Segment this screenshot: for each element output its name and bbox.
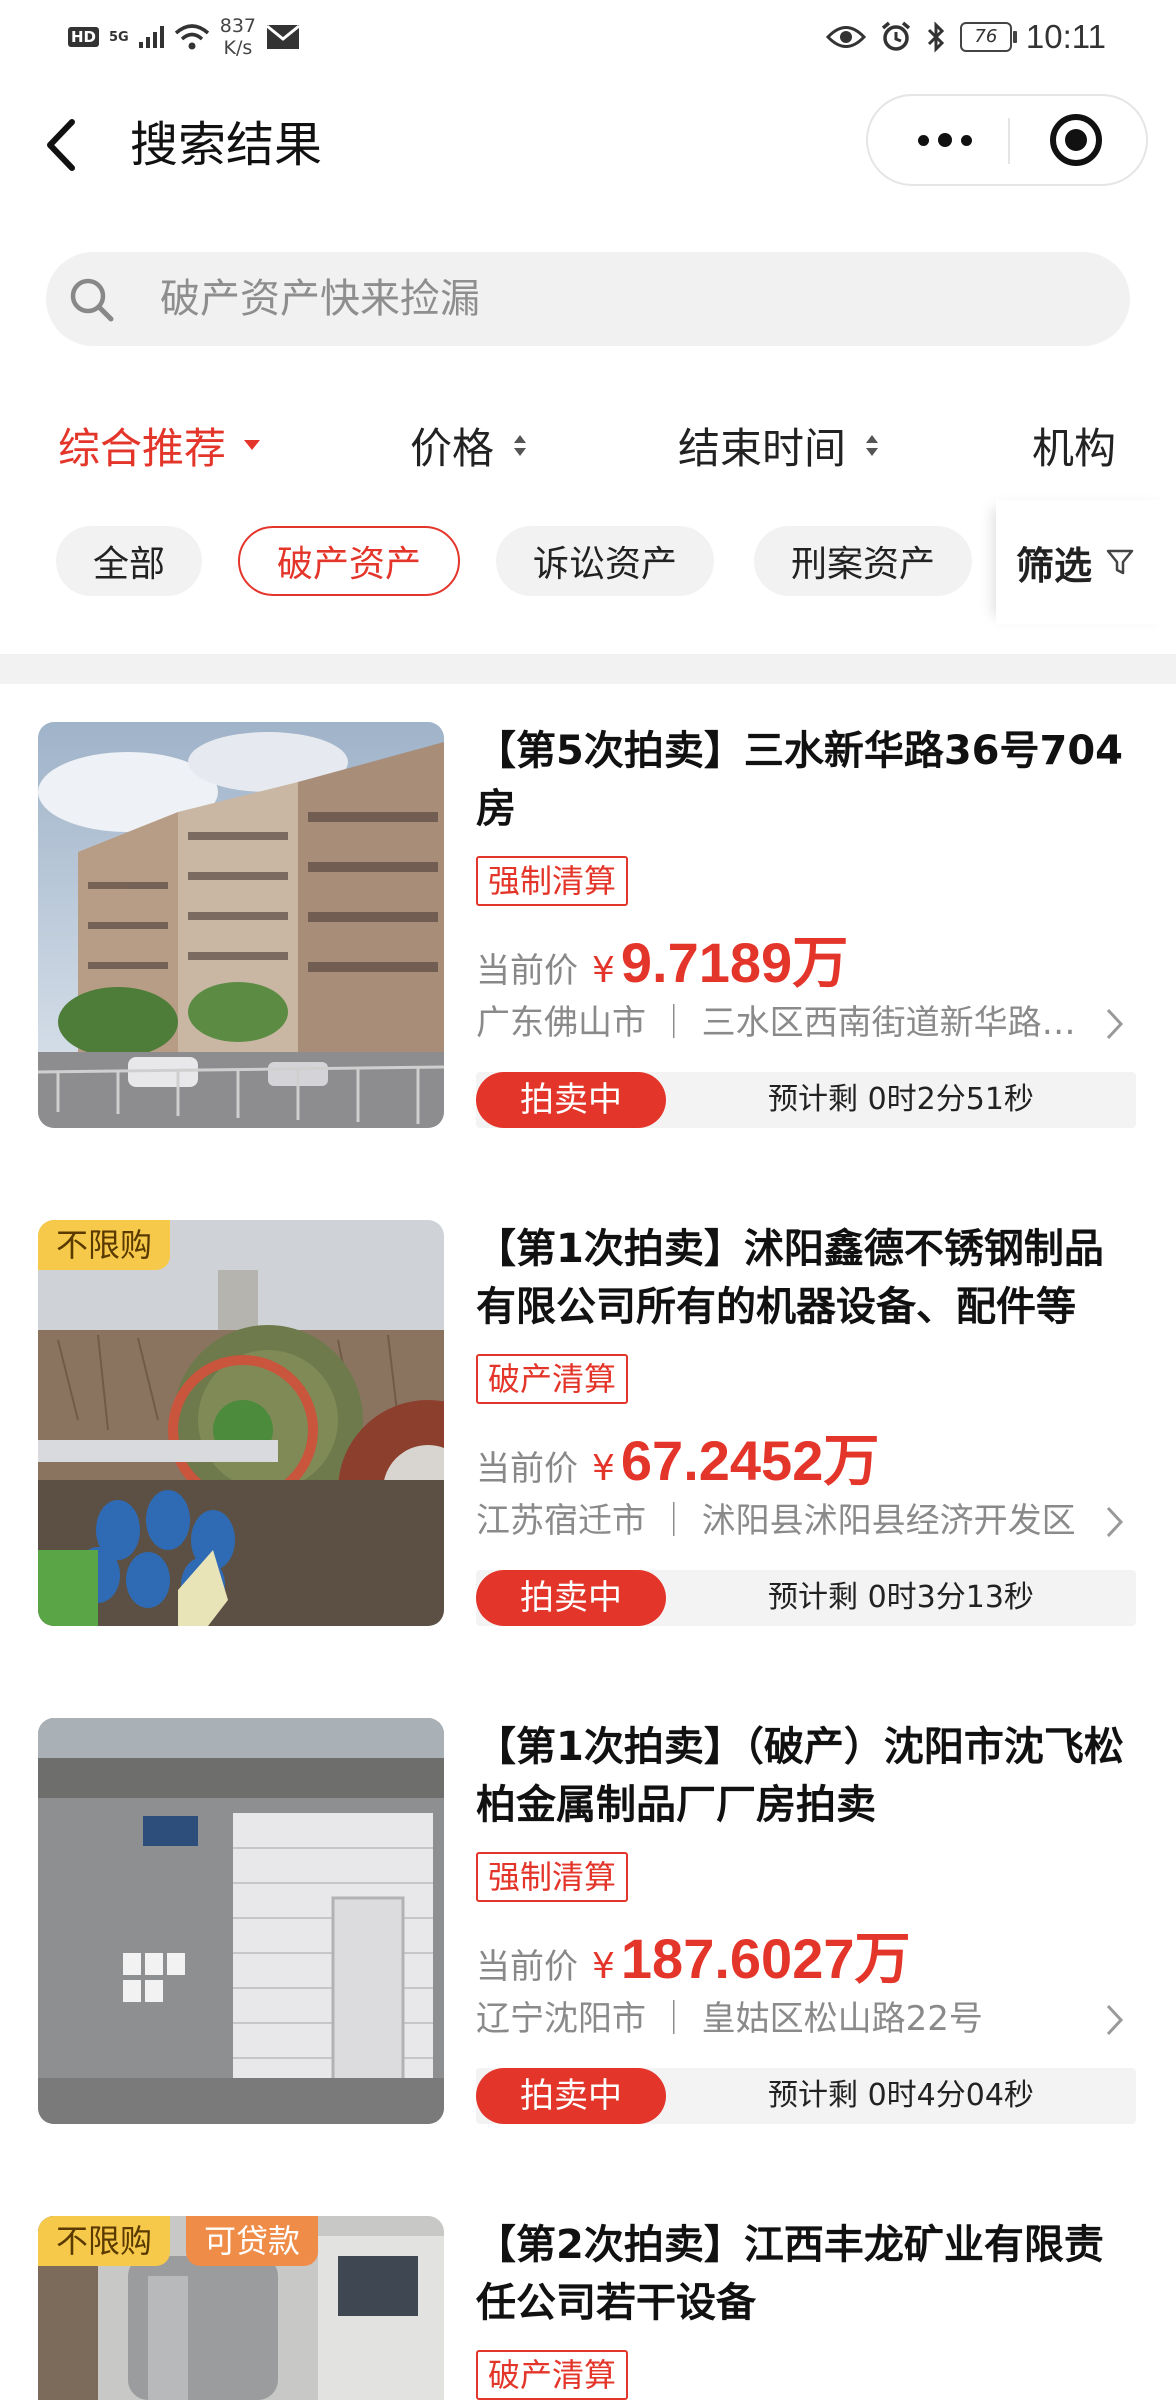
bluetooth-icon	[927, 21, 944, 53]
current-price: 9.7189万	[620, 931, 849, 994]
currency-symbol: ¥	[592, 1448, 615, 1489]
capsule-divider	[1008, 118, 1010, 164]
auction-status: 拍卖中	[476, 1570, 666, 1626]
listing-title: 【第2次拍卖】江西丰龙矿业有限责任公司若干设备	[476, 2222, 1104, 2326]
sort-comprehensive[interactable]: 综合推荐	[58, 400, 261, 490]
listing-title: 【第1次拍卖】沭阳鑫德不锈钢制品有限公司所有的机器设备、配件等	[476, 1226, 1104, 1330]
close-miniprogram-button[interactable]	[1050, 114, 1102, 166]
countdown: 预计剩 0时3分13秒	[768, 1580, 1034, 1615]
listing-title: 【第1次拍卖】（破产）沈阳市沈飞松柏金属制品厂厂房拍卖	[476, 1724, 1124, 1828]
speed-value: 837	[219, 15, 256, 37]
listing-image: 不限购	[38, 1220, 444, 1626]
sort-arrows-icon	[514, 434, 527, 456]
alarm-icon	[881, 21, 910, 51]
more-menu-button[interactable]	[890, 96, 1000, 184]
currency-symbol: ¥	[592, 950, 615, 991]
sort-end-time[interactable]: 结束时间	[678, 400, 879, 490]
auction-status: 拍卖中	[476, 1072, 666, 1128]
listing-location: 广东佛山市 ｜ 三水区西南街道新华路36号704房	[476, 1003, 1096, 1043]
chevron-right-icon	[1106, 1506, 1124, 1538]
mail-icon	[266, 24, 300, 49]
more-dot-icon	[938, 133, 952, 147]
back-button[interactable]	[40, 110, 90, 180]
sort-label: 价格	[410, 423, 495, 473]
listing-image: 不限购 可贷款	[38, 2216, 444, 2400]
price-label: 当前价	[476, 1947, 578, 1987]
more-dot-icon	[918, 134, 929, 146]
network-speed: 837 K/s	[220, 15, 256, 59]
chevron-right-icon	[1106, 1008, 1124, 1040]
page-title: 搜索结果	[130, 117, 323, 173]
filter-label: 筛选	[1016, 543, 1093, 588]
price-label: 当前价	[476, 951, 578, 991]
listing-location: 辽宁沈阳市 ｜ 皇姑区松山路22号	[476, 1999, 983, 2039]
auction-status: 拍卖中	[476, 2068, 666, 2124]
price-row: 当前价 ¥ 9.7189万	[476, 918, 848, 994]
section-divider	[0, 654, 1176, 684]
sort-price[interactable]: 价格	[410, 400, 527, 490]
liquidation-badge: 强制清算	[476, 1852, 629, 1902]
status-time: 10:11	[1025, 18, 1106, 55]
back-arrow-icon	[47, 119, 75, 171]
sort-label: 结束时间	[678, 423, 847, 473]
auction-status-bar: 拍卖中 预计剩 0时3分13秒	[476, 1570, 1136, 1626]
search-bar[interactable]	[46, 252, 1130, 346]
listing-image	[38, 722, 444, 1128]
no-purchase-limit-tag: 不限购	[38, 2216, 171, 2266]
listing-item[interactable]: 【第5次拍卖】三水新华路36号704房 强制清算 当前价 ¥ 9.7189万 广…	[0, 722, 1176, 1142]
listing-image	[38, 1718, 444, 2124]
nav-bar: 搜索结果	[0, 80, 1176, 210]
hd-icon: HD	[68, 27, 100, 47]
countdown: 预计剩 0时4分04秒	[768, 2078, 1034, 2113]
sort-bar: 综合推荐 价格 结束时间 机构	[0, 400, 1176, 490]
loan-available-tag: 可贷款	[186, 2216, 319, 2266]
chip-all[interactable]: 全部	[56, 526, 202, 596]
filter-icon	[1106, 549, 1134, 575]
chip-bankruptcy-assets[interactable]: 破产资产	[238, 526, 460, 596]
listing-location: 江苏宿迁市 ｜ 沭阳县沭阳县经济开发区	[476, 1501, 1076, 1541]
search-icon	[70, 278, 114, 322]
miniprogram-capsule	[866, 94, 1148, 186]
current-price: 187.6027万	[620, 1927, 911, 1990]
listing-item[interactable]: 不限购 可贷款 【第2次拍卖】江西丰龙矿业有限责任公司若干设备 破产清算	[0, 2216, 1176, 2400]
wifi-icon	[174, 24, 209, 50]
status-left: HD 5G 837 K/s	[68, 12, 300, 62]
sort-label: 综合推荐	[58, 423, 227, 473]
chip-criminal-assets[interactable]: 刑案资产	[754, 526, 972, 596]
listing-title: 【第5次拍卖】三水新华路36号704房	[476, 728, 1123, 832]
more-dot-icon	[961, 134, 972, 146]
current-price: 67.2452万	[620, 1429, 880, 1492]
liquidation-badge: 破产清算	[476, 1354, 629, 1404]
countdown: 预计剩 0时2分51秒	[768, 1082, 1034, 1117]
battery-icon: 76	[959, 22, 1017, 52]
price-label: 当前价	[476, 1449, 578, 1489]
status-right: 76 10:11	[825, 12, 1106, 62]
price-row: 当前价 ¥ 67.2452万	[476, 1416, 879, 1492]
listing-item[interactable]: 不限购 【第1次拍卖】沭阳鑫德不锈钢制品有限公司所有的机器设备、配件等 破产清算…	[0, 1220, 1176, 1640]
no-purchase-limit-tag: 不限购	[38, 1220, 171, 1270]
sort-institution[interactable]: 机构	[1032, 400, 1116, 490]
price-row: 当前价 ¥ 187.6027万	[476, 1914, 910, 1990]
sort-arrows-icon	[866, 434, 879, 456]
currency-symbol: ¥	[592, 1946, 615, 1987]
filter-button[interactable]: 筛选	[996, 500, 1176, 624]
auction-status-bar: 拍卖中 预计剩 0时4分04秒	[476, 2068, 1136, 2124]
caret-down-icon	[244, 440, 261, 450]
signal-icon	[138, 26, 164, 48]
sort-label: 机构	[1032, 423, 1117, 473]
search-input[interactable]	[160, 252, 1060, 346]
listing-item[interactable]: 【第1次拍卖】（破产）沈阳市沈飞松柏金属制品厂厂房拍卖 强制清算 当前价 ¥ 1…	[0, 1718, 1176, 2138]
status-bar: HD 5G 837 K/s 76 10:11	[0, 0, 1176, 72]
eye-icon	[825, 26, 866, 48]
chevron-right-icon	[1106, 2004, 1124, 2036]
speed-unit: K/s	[223, 37, 253, 59]
chip-litigation-assets[interactable]: 诉讼资产	[496, 526, 714, 596]
liquidation-badge: 破产清算	[476, 2350, 629, 2400]
auction-status-bar: 拍卖中 预计剩 0时2分51秒	[476, 1072, 1136, 1128]
network-type: 5G	[109, 29, 129, 45]
liquidation-badge: 强制清算	[476, 856, 629, 906]
